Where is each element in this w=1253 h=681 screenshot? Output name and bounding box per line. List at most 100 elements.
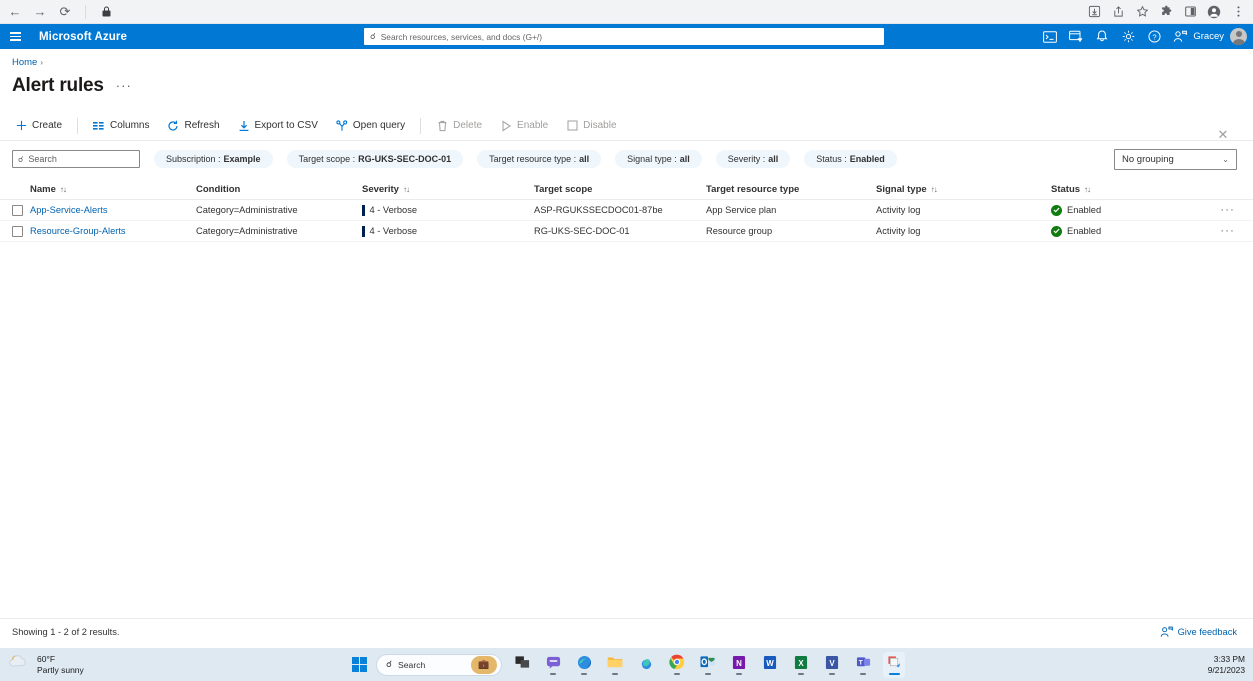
- app-running-indicator: [612, 673, 618, 675]
- forward-icon[interactable]: →: [29, 2, 51, 22]
- filter-pill-status-value: Enabled: [850, 154, 885, 164]
- open-query-icon: [336, 120, 348, 132]
- taskbar-weather-widget[interactable]: 60°F Partly sunny: [0, 652, 84, 677]
- filter-pill-target-resource-type[interactable]: Target resource type : all: [477, 150, 601, 168]
- column-header-condition-label: Condition: [196, 184, 240, 195]
- taskbar-app-outlook[interactable]: [697, 652, 719, 678]
- lock-icon[interactable]: [95, 2, 117, 22]
- breadcrumb: Home›: [0, 49, 1253, 68]
- row-context-menu-icon[interactable]: ···: [1220, 207, 1235, 213]
- cell-status: Enabled: [1051, 205, 1201, 216]
- account-menu[interactable]: Gracey: [1193, 28, 1247, 45]
- filter-pill-status-label: Status :: [816, 154, 847, 164]
- filter-pill-target-resource-type-value: all: [579, 154, 589, 164]
- refresh-button[interactable]: Refresh: [158, 112, 228, 140]
- disable-button: Disable: [557, 112, 625, 140]
- row-checkbox[interactable]: [12, 226, 23, 237]
- chrome-icon: [669, 654, 685, 670]
- taskbar-center-group: ☌ Search 💼: [352, 652, 905, 678]
- help-question-icon[interactable]: ?: [1147, 30, 1161, 44]
- columns-button[interactable]: Columns: [84, 112, 158, 140]
- row-context-menu-icon[interactable]: ···: [1220, 228, 1235, 234]
- severity-label: 4 - Verbose: [370, 205, 418, 215]
- filter-pill-status[interactable]: Status : Enabled: [804, 150, 897, 168]
- directories-subscriptions-icon[interactable]: [1069, 30, 1083, 44]
- filter-pill-severity[interactable]: Severity : all: [716, 150, 791, 168]
- alert-rule-link[interactable]: App-Service-Alerts: [30, 205, 108, 215]
- column-header-name[interactable]: Name ↑↓: [30, 184, 196, 195]
- play-icon: [500, 120, 512, 132]
- app-active-indicator: [889, 673, 900, 675]
- notifications-bell-icon[interactable]: [1095, 30, 1109, 44]
- filter-pill-target-scope[interactable]: Target scope : RG-UKS-SEC-DOC-01: [287, 150, 464, 168]
- search-input[interactable]: ☌ Search: [12, 150, 140, 168]
- column-header-status[interactable]: Status ↑↓: [1051, 184, 1201, 195]
- menu-hamburger-icon[interactable]: [0, 24, 30, 49]
- taskbar-app-file-explorer-dark[interactable]: [511, 652, 533, 678]
- taskbar-clock[interactable]: 3:33 PM 9/21/2023: [1208, 654, 1245, 676]
- give-feedback-link[interactable]: Give feedback: [1160, 626, 1237, 638]
- command-bar: Create Columns Refresh Export to CSV Op: [0, 111, 1253, 141]
- column-header-target-scope[interactable]: Target scope: [534, 184, 706, 195]
- settings-gear-icon[interactable]: [1121, 30, 1135, 44]
- grouping-dropdown[interactable]: No grouping ⌄: [1114, 149, 1237, 170]
- taskbar-app-copilot[interactable]: [635, 652, 657, 678]
- column-header-target-resource-type-label: Target resource type: [706, 184, 799, 195]
- global-search-input[interactable]: ☌ Search resources, services, and docs (…: [364, 28, 884, 45]
- taskbar-app-snipping-tool[interactable]: [883, 652, 905, 678]
- create-button[interactable]: Create: [12, 112, 71, 140]
- cell-target-resource-type: Resource group: [706, 226, 876, 236]
- back-icon[interactable]: ←: [4, 2, 26, 22]
- extensions-puzzle-icon[interactable]: [1155, 2, 1177, 22]
- column-header-signal-type[interactable]: Signal type ↑↓: [876, 184, 1051, 195]
- app-running-indicator: [798, 673, 804, 675]
- briefcase-icon: 💼: [471, 656, 497, 674]
- page-title: Alert rules: [12, 75, 104, 97]
- cell-target-resource-type: App Service plan: [706, 205, 876, 215]
- taskbar-app-edge[interactable]: [573, 652, 595, 678]
- taskbar-app-file-explorer[interactable]: [604, 652, 626, 678]
- taskbar-app-chrome[interactable]: [666, 652, 688, 678]
- downloads-icon[interactable]: [1083, 2, 1105, 22]
- table-row[interactable]: App-Service-Alerts Category=Administrati…: [0, 200, 1253, 221]
- feedback-icon[interactable]: [1173, 30, 1187, 44]
- open-query-button[interactable]: Open query: [327, 112, 414, 140]
- column-header-target-resource-type[interactable]: Target resource type: [706, 184, 876, 195]
- taskbar-app-teams[interactable]: T: [852, 652, 874, 678]
- split-screen-icon[interactable]: [1179, 2, 1201, 22]
- export-to-csv-button[interactable]: Export to CSV: [229, 112, 327, 140]
- column-header-severity[interactable]: Severity ↑↓: [362, 184, 534, 195]
- taskbar-app-excel[interactable]: X: [790, 652, 812, 678]
- taskbar-search-box[interactable]: ☌ Search 💼: [376, 654, 502, 676]
- column-header-condition[interactable]: Condition: [196, 184, 362, 195]
- severity-bar-icon: [362, 205, 365, 216]
- filter-pill-subscription[interactable]: Subscription : Example: [154, 150, 273, 168]
- azure-brand-label[interactable]: Microsoft Azure: [39, 31, 127, 43]
- taskbar-app-visio[interactable]: V: [821, 652, 843, 678]
- alert-rule-link[interactable]: Resource-Group-Alerts: [30, 226, 126, 236]
- row-checkbox[interactable]: [12, 205, 23, 216]
- share-icon[interactable]: [1107, 2, 1129, 22]
- sort-icon: ↑↓: [1084, 185, 1090, 194]
- app-running-indicator: [674, 673, 680, 675]
- filter-pill-severity-label: Severity :: [728, 154, 766, 164]
- cloud-shell-icon[interactable]: [1043, 30, 1057, 44]
- reload-icon[interactable]: ⟳: [54, 2, 76, 22]
- bookmark-star-icon[interactable]: [1131, 2, 1153, 22]
- taskbar-app-onenote[interactable]: N: [728, 652, 750, 678]
- delete-button: Delete: [427, 112, 491, 140]
- taskbar-app-teams-chat[interactable]: [542, 652, 564, 678]
- teams-icon: T: [855, 654, 871, 670]
- breadcrumb-home-link[interactable]: Home: [12, 57, 37, 68]
- status-badge: Enabled: [1067, 226, 1101, 236]
- profile-icon[interactable]: [1203, 2, 1225, 22]
- kebab-menu-icon[interactable]: [1227, 2, 1249, 22]
- taskbar-app-word[interactable]: W: [759, 652, 781, 678]
- svg-text:X: X: [798, 659, 804, 668]
- filter-pill-signal-type[interactable]: Signal type : all: [615, 150, 702, 168]
- svg-text:W: W: [766, 659, 774, 668]
- start-button-icon[interactable]: [352, 657, 367, 672]
- table-row[interactable]: Resource-Group-Alerts Category=Administr…: [0, 221, 1253, 242]
- filter-pill-signal-type-label: Signal type :: [627, 154, 677, 164]
- more-options-icon[interactable]: ···: [116, 82, 132, 90]
